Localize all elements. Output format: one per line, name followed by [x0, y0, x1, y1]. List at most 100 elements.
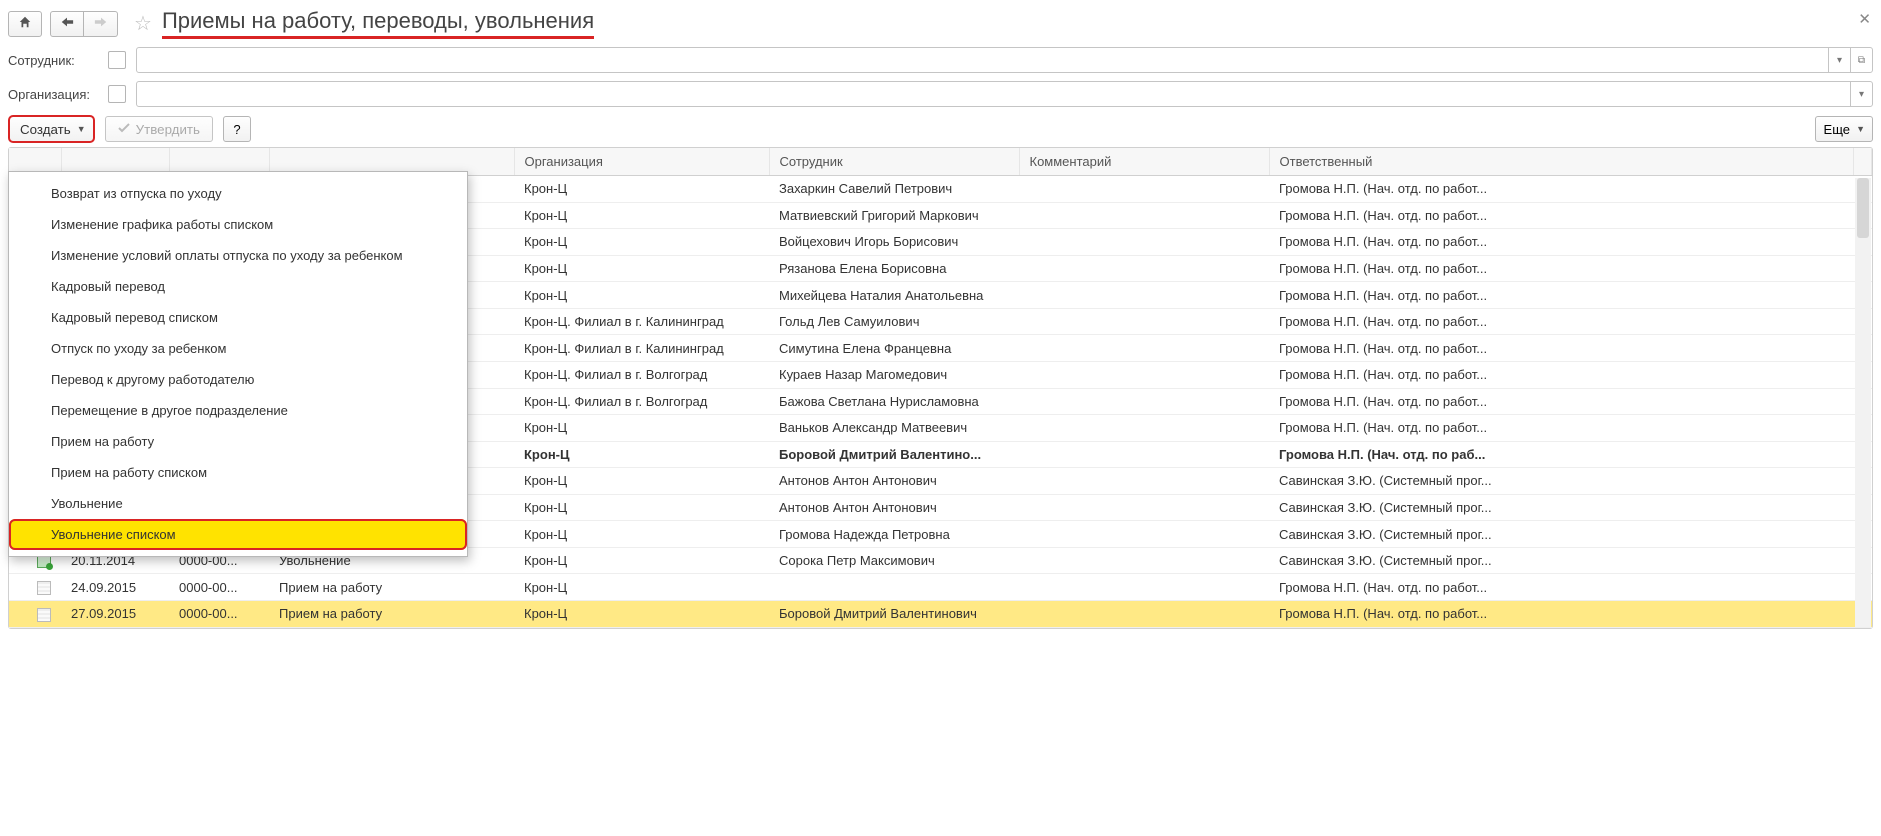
cell-org: Крон-Ц [514, 441, 769, 468]
back-button[interactable] [50, 11, 84, 37]
cell-emp: Антонов Антон Антонович [769, 468, 1019, 495]
approve-label: Утвердить [136, 122, 200, 137]
col-employee[interactable]: Сотрудник [769, 148, 1019, 176]
home-icon [18, 15, 32, 32]
cell-type: Прием на работу [269, 601, 514, 628]
page-title: Приемы на работу, переводы, увольнения [162, 8, 594, 39]
more-label: Еще [1824, 122, 1850, 137]
scrollbar[interactable] [1855, 178, 1871, 627]
cell-resp: Громова Н.П. (Нач. отд. по работ... [1269, 255, 1854, 282]
cell-resp: Савинская З.Ю. (Системный прог... [1269, 521, 1854, 548]
col-comment[interactable]: Комментарий [1019, 148, 1269, 176]
org-field[interactable] [137, 82, 1850, 106]
cell-org: Крон-Ц [514, 547, 769, 574]
cell-org: Крон-Ц [514, 415, 769, 442]
arrow-left-icon [60, 16, 74, 31]
dropdown-icon[interactable]: ▾ [1828, 48, 1850, 72]
cell-emp: Захаркин Савелий Петрович [769, 176, 1019, 203]
menu-item[interactable]: Отпуск по уходу за ребенком [9, 333, 467, 364]
document-icon [37, 608, 51, 622]
col-responsible[interactable]: Ответственный [1269, 148, 1854, 176]
cell-org: Крон-Ц [514, 494, 769, 521]
filter-row-org: Организация: ▾ [8, 81, 1873, 107]
toolbar: Создать ▼ Утвердить ? Еще ▼ [8, 115, 1873, 143]
cell-org: Крон-Ц [514, 574, 769, 601]
cell-comment [1019, 282, 1269, 309]
dropdown-icon[interactable]: ▾ [1850, 82, 1872, 106]
topbar: ☆ Приемы на работу, переводы, увольнения… [8, 8, 1873, 39]
expand-icon[interactable]: ⧉ [1850, 48, 1872, 72]
check-icon [118, 122, 130, 137]
menu-item[interactable]: Возврат из отпуска по уходу [9, 178, 467, 209]
employee-input[interactable]: ▾ ⧉ [136, 47, 1873, 73]
cell-comment [1019, 494, 1269, 521]
menu-item[interactable]: Перевод к другому работодателю [9, 364, 467, 395]
help-button[interactable]: ? [223, 116, 251, 142]
chevron-down-icon: ▼ [1856, 124, 1865, 134]
cell-comment [1019, 229, 1269, 256]
document-icon [37, 581, 51, 595]
close-icon[interactable]: ✕ [1858, 10, 1871, 28]
cell-emp: Симутина Елена Францевна [769, 335, 1019, 362]
cell-org: Крон-Ц [514, 176, 769, 203]
cell-comment [1019, 574, 1269, 601]
table-row[interactable]: 24.09.20150000-00...Прием на работуКрон-… [9, 574, 1872, 601]
cell-emp: Боровой Дмитрий Валентино... [769, 441, 1019, 468]
menu-item[interactable]: Прием на работу [9, 426, 467, 457]
cell-emp: Матвиевский Григорий Маркович [769, 202, 1019, 229]
cell-resp: Громова Н.П. (Нач. отд. по работ... [1269, 229, 1854, 256]
cell-comment [1019, 388, 1269, 415]
cell-comment [1019, 202, 1269, 229]
create-button[interactable]: Создать ▼ [8, 115, 95, 143]
help-label: ? [233, 122, 240, 137]
cell-date: 27.09.2015 [61, 601, 169, 628]
cell-comment [1019, 415, 1269, 442]
table-row[interactable]: 27.09.20150000-00...Прием на работуКрон-… [9, 601, 1872, 628]
chevron-down-icon: ▼ [77, 124, 86, 134]
menu-item[interactable]: Прием на работу списком [9, 457, 467, 488]
menu-item[interactable]: Перемещение в другое подразделение [9, 395, 467, 426]
org-input[interactable]: ▾ [136, 81, 1873, 107]
arrow-right-icon [94, 16, 108, 31]
cell-org: Крон-Ц. Филиал в г. Калининград [514, 335, 769, 362]
cell-emp: Сорока Петр Максимович [769, 547, 1019, 574]
cell-resp: Громова Н.П. (Нач. отд. по работ... [1269, 202, 1854, 229]
menu-item[interactable]: Кадровый перевод [9, 271, 467, 302]
cell-resp: Громова Н.П. (Нач. отд. по работ... [1269, 308, 1854, 335]
org-checkbox[interactable] [108, 85, 126, 103]
cell-comment [1019, 468, 1269, 495]
cell-emp: Боровой Дмитрий Валентинович [769, 601, 1019, 628]
title-wrap: ☆ Приемы на работу, переводы, увольнения [134, 8, 594, 39]
cell-emp: Гольд Лев Самуилович [769, 308, 1019, 335]
cell-org: Крон-Ц. Филиал в г. Волгоград [514, 361, 769, 388]
home-button[interactable] [8, 11, 42, 37]
employee-label: Сотрудник: [8, 53, 98, 68]
employee-field[interactable] [137, 48, 1828, 72]
cell-resp: Савинская З.Ю. (Системный прог... [1269, 494, 1854, 521]
cell-num: 0000-00... [169, 574, 269, 601]
menu-item[interactable]: Кадровый перевод списком [9, 302, 467, 333]
cell-org: Крон-Ц. Филиал в г. Волгоград [514, 388, 769, 415]
menu-item[interactable]: Увольнение списком [9, 519, 467, 550]
menu-item[interactable]: Увольнение [9, 488, 467, 519]
approve-button[interactable]: Утвердить [105, 116, 213, 142]
cell-resp: Громова Н.П. (Нач. отд. по работ... [1269, 335, 1854, 362]
scroll-thumb[interactable] [1857, 178, 1869, 238]
cell-resp: Громова Н.П. (Нач. отд. по работ... [1269, 361, 1854, 388]
cell-org: Крон-Ц [514, 282, 769, 309]
cell-emp: Ваньков Александр Матвеевич [769, 415, 1019, 442]
col-org[interactable]: Организация [514, 148, 769, 176]
cell-comment [1019, 547, 1269, 574]
star-icon[interactable]: ☆ [134, 11, 152, 36]
cell-resp: Громова Н.П. (Нач. отд. по работ... [1269, 388, 1854, 415]
cell-org: Крон-Ц [514, 601, 769, 628]
employee-checkbox[interactable] [108, 51, 126, 69]
cell-emp: Михейцева Наталия Анатольевна [769, 282, 1019, 309]
cell-org: Крон-Ц. Филиал в г. Калининград [514, 308, 769, 335]
menu-item[interactable]: Изменение условий оплаты отпуска по уход… [9, 240, 467, 271]
forward-button[interactable] [84, 11, 118, 37]
cell-resp: Громова Н.П. (Нач. отд. по раб... [1269, 441, 1854, 468]
more-button[interactable]: Еще ▼ [1815, 116, 1873, 142]
cell-resp: Савинская З.Ю. (Системный прог... [1269, 468, 1854, 495]
menu-item[interactable]: Изменение графика работы списком [9, 209, 467, 240]
